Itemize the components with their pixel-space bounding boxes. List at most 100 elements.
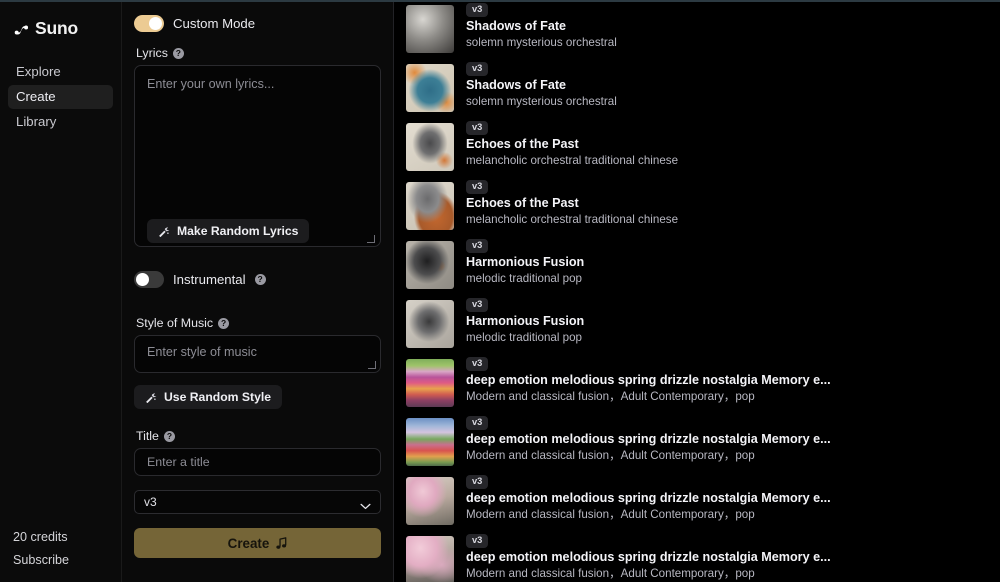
lyrics-help-icon[interactable]: ? xyxy=(172,47,184,59)
create-panel: Custom Mode Lyrics ? Make Random xyxy=(122,2,394,582)
song-title: Shadows of Fate xyxy=(466,78,567,92)
song-artwork xyxy=(406,359,454,407)
brand-name: Suno xyxy=(35,18,78,39)
song-artwork xyxy=(406,477,454,525)
instrumental-row: Instrumental ? xyxy=(134,268,381,290)
song-meta: v3 Shadows of Fate solemn mysterious orc… xyxy=(466,2,1000,50)
song-row[interactable]: v3 Echoes of the Past melancholic orches… xyxy=(406,179,1000,238)
sidebar-item-create[interactable]: Create xyxy=(8,85,113,109)
song-version-badge: v3 xyxy=(466,416,489,430)
song-meta: v3 Echoes of the Past melancholic orches… xyxy=(466,120,1000,168)
song-artwork xyxy=(406,536,454,582)
custom-mode-label: Custom Mode xyxy=(173,15,256,31)
song-meta: v3 Echoes of the Past melancholic orches… xyxy=(466,179,1000,227)
sidebar-item-explore[interactable]: Explore xyxy=(8,60,113,84)
style-wrapper xyxy=(134,335,381,378)
song-title: Harmonious Fusion xyxy=(466,255,585,269)
toggle-knob xyxy=(149,16,162,30)
song-tags: melancholic orchestral traditional chine… xyxy=(466,154,679,167)
music-note-icon xyxy=(276,536,287,550)
sidebar-item-library[interactable]: Library xyxy=(8,110,113,134)
style-actions: Use Random Style xyxy=(134,385,381,409)
credits-count[interactable]: 20 credits xyxy=(13,529,121,545)
song-tags: Modern and classical fusion，Adult Contem… xyxy=(466,449,755,462)
song-tags: solemn mysterious orchestral xyxy=(466,36,617,49)
chevron-down-icon xyxy=(360,499,371,509)
make-random-lyrics-label: Make Random Lyrics xyxy=(177,224,299,238)
song-list: v3 Shadows of Fate solemn mysterious orc… xyxy=(394,2,1000,582)
song-artwork xyxy=(406,418,454,466)
song-row[interactable]: v3 Shadows of Fate solemn mysterious orc… xyxy=(406,2,1000,61)
song-tags: melodic traditional pop xyxy=(466,272,583,285)
song-meta: v3 Harmonious Fusion melodic traditional… xyxy=(466,297,1000,345)
magic-wand-icon xyxy=(158,226,170,237)
song-row[interactable]: v3 Shadows of Fate solemn mysterious orc… xyxy=(406,61,1000,120)
lyrics-actions: Make Random Lyrics xyxy=(147,219,310,243)
create-button-label: Create xyxy=(227,535,270,551)
title-input[interactable] xyxy=(134,448,381,476)
style-label-row: Style of Music ? xyxy=(136,316,381,330)
song-artwork xyxy=(406,123,454,171)
create-button[interactable]: Create xyxy=(134,528,381,558)
song-artwork xyxy=(406,300,454,348)
song-tags: melancholic orchestral traditional chine… xyxy=(466,213,679,226)
song-row[interactable]: v3 Echoes of the Past melancholic orches… xyxy=(406,120,1000,179)
song-row[interactable]: v3 deep emotion melodious spring drizzle… xyxy=(406,356,1000,415)
song-title: Harmonious Fusion xyxy=(466,314,585,328)
custom-mode-toggle[interactable] xyxy=(134,14,164,32)
style-input[interactable] xyxy=(134,335,381,373)
song-meta: v3 Harmonious Fusion melodic traditional… xyxy=(466,238,1000,286)
song-title: deep emotion melodious spring drizzle no… xyxy=(466,432,831,446)
song-title: Echoes of the Past xyxy=(466,137,579,151)
lyrics-label: Lyrics xyxy=(136,46,168,60)
use-random-style-button[interactable]: Use Random Style xyxy=(134,385,283,409)
style-help-icon[interactable]: ? xyxy=(218,317,230,329)
song-version-badge: v3 xyxy=(466,298,489,312)
subscribe-link[interactable]: Subscribe xyxy=(13,552,121,568)
song-row[interactable]: v3 Harmonious Fusion melodic traditional… xyxy=(406,238,1000,297)
song-artwork xyxy=(406,64,454,112)
song-row[interactable]: v3 Harmonious Fusion melodic traditional… xyxy=(406,297,1000,356)
song-meta: v3 Shadows of Fate solemn mysterious orc… xyxy=(466,61,1000,109)
song-tags: Modern and classical fusion，Adult Contem… xyxy=(466,567,755,580)
song-artwork xyxy=(406,241,454,289)
song-meta: v3 deep emotion melodious spring drizzle… xyxy=(466,356,1000,404)
instrumental-label: Instrumental xyxy=(173,271,246,287)
title-help-icon[interactable]: ? xyxy=(163,430,175,442)
suno-note-logo-icon xyxy=(13,21,30,38)
song-meta: v3 deep emotion melodious spring drizzle… xyxy=(466,415,1000,463)
song-title: Shadows of Fate xyxy=(466,19,567,33)
title-label-row: Title ? xyxy=(136,429,381,443)
toggle-knob xyxy=(136,272,149,286)
brand[interactable]: Suno xyxy=(0,16,121,42)
song-tags: melodic traditional pop xyxy=(466,331,583,344)
version-select[interactable]: v3 xyxy=(134,490,381,514)
sidebar: Suno Explore Create Library 20 credits S… xyxy=(0,2,122,582)
song-version-badge: v3 xyxy=(466,180,489,194)
song-title: deep emotion melodious spring drizzle no… xyxy=(466,373,831,387)
song-meta: v3 deep emotion melodious spring drizzle… xyxy=(466,474,1000,522)
use-random-style-label: Use Random Style xyxy=(164,390,272,404)
song-version-badge: v3 xyxy=(466,239,489,253)
song-row[interactable]: v3 deep emotion melodious spring drizzle… xyxy=(406,533,1000,582)
app-root: Suno Explore Create Library 20 credits S… xyxy=(0,0,1000,582)
song-tags: Modern and classical fusion，Adult Contem… xyxy=(466,390,755,403)
song-row[interactable]: v3 deep emotion melodious spring drizzle… xyxy=(406,474,1000,533)
magic-wand-icon xyxy=(145,392,157,403)
song-version-badge: v3 xyxy=(466,3,489,17)
song-tags: Modern and classical fusion，Adult Contem… xyxy=(466,508,755,521)
song-title: deep emotion melodious spring drizzle no… xyxy=(466,491,831,505)
song-title: Echoes of the Past xyxy=(466,196,579,210)
sidebar-nav: Explore Create Library xyxy=(0,60,121,134)
lyrics-wrapper: Make Random Lyrics xyxy=(134,65,381,252)
song-row[interactable]: v3 deep emotion melodious spring drizzle… xyxy=(406,415,1000,474)
instrumental-help-icon[interactable]: ? xyxy=(254,273,266,285)
song-artwork xyxy=(406,5,454,53)
instrumental-toggle[interactable] xyxy=(134,270,164,288)
song-version-badge: v3 xyxy=(466,62,489,76)
make-random-lyrics-button[interactable]: Make Random Lyrics xyxy=(147,219,310,243)
style-label: Style of Music xyxy=(136,316,214,330)
song-version-badge: v3 xyxy=(466,121,489,135)
song-tags: solemn mysterious orchestral xyxy=(466,95,617,108)
song-title: deep emotion melodious spring drizzle no… xyxy=(466,550,831,564)
